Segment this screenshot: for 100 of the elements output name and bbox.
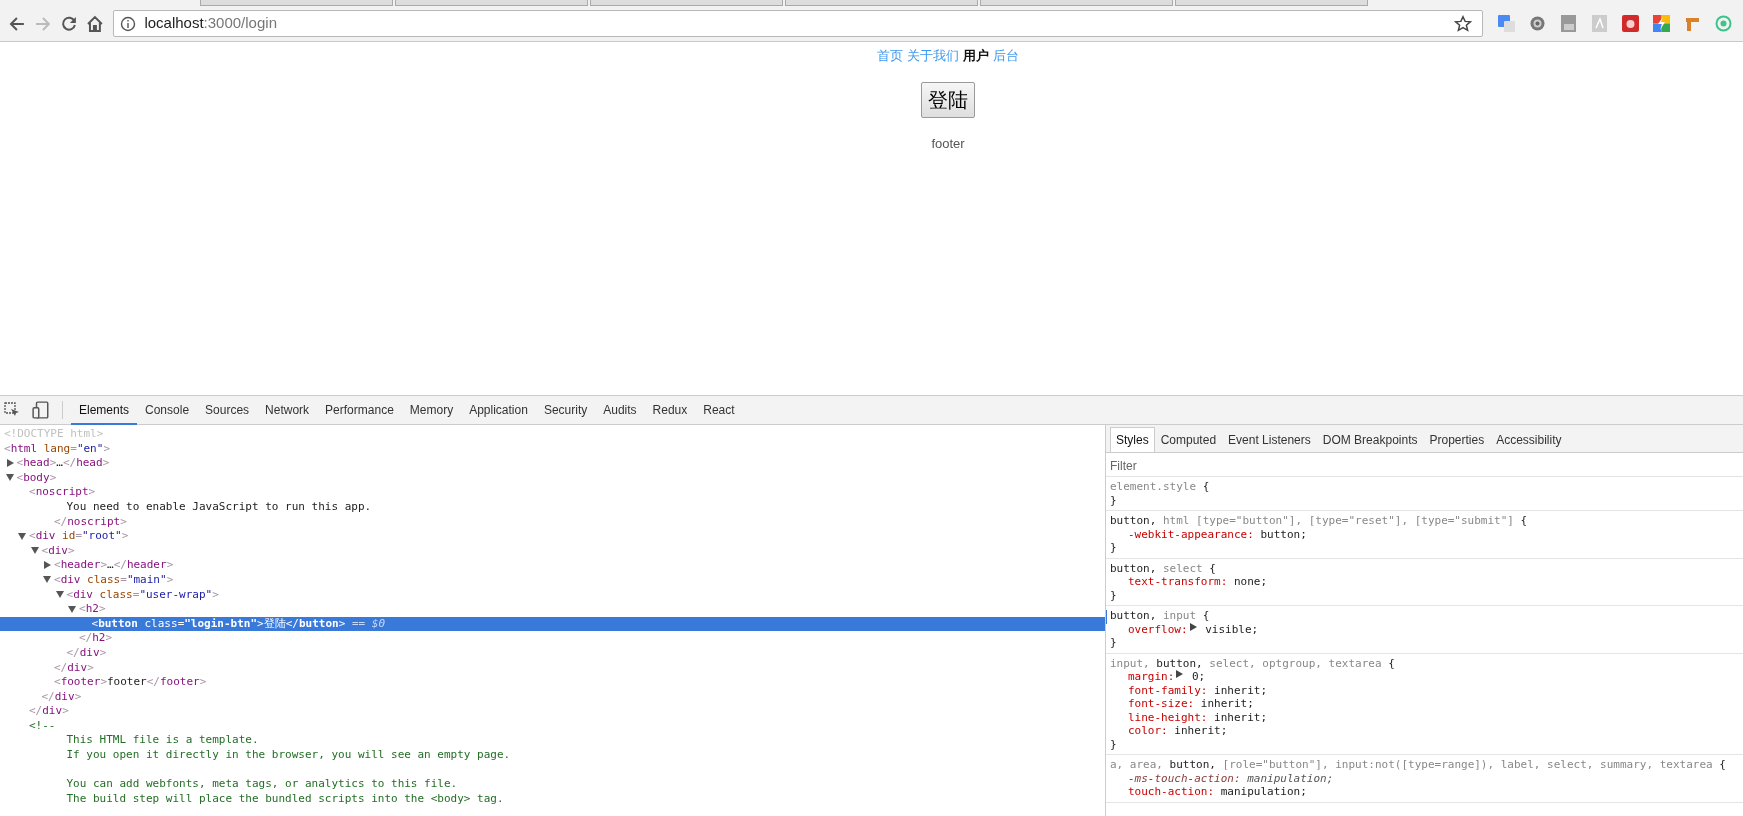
devtools-tab[interactable]: Console bbox=[137, 395, 198, 425]
document-icon[interactable] bbox=[1559, 15, 1577, 32]
translate-icon[interactable] bbox=[1497, 15, 1515, 32]
css-selector[interactable]: { bbox=[1196, 609, 1210, 622]
css-selector[interactable]: html [type="button"], [type="reset"], [type="submit"] bbox=[1156, 514, 1514, 527]
styles-pane-tab[interactable]: Properties bbox=[1423, 427, 1491, 452]
code-line[interactable]: </div> bbox=[41, 689, 82, 703]
css-property-name[interactable]: -webkit-appearance: bbox=[1128, 527, 1254, 541]
code-line[interactable]: </noscript> bbox=[54, 514, 127, 528]
home-icon[interactable] bbox=[85, 14, 104, 33]
nav-link[interactable]: 用户 bbox=[963, 48, 989, 63]
code-line[interactable]: This HTML file is a template. bbox=[66, 733, 259, 747]
css-property-name[interactable]: touch-action: bbox=[1128, 785, 1215, 799]
code-line[interactable]: If you open it directly in the browser, you will see an empty page. bbox=[66, 748, 511, 762]
css-selector[interactable]: button, bbox=[1110, 561, 1157, 575]
devtools-tab[interactable]: Application bbox=[461, 395, 536, 425]
devtools-tab[interactable]: Security bbox=[535, 395, 596, 425]
code-line[interactable]: The build step will place the bundled scripts into the <body> tag. bbox=[66, 791, 504, 805]
css-property-name[interactable]: margin: bbox=[1128, 670, 1175, 684]
css-selector[interactable]: select, optgroup, textarea bbox=[1202, 656, 1382, 670]
bug-icon[interactable] bbox=[1621, 15, 1639, 32]
css-selector[interactable]: button, bbox=[1110, 609, 1157, 622]
devtools-tab[interactable]: Audits bbox=[595, 395, 645, 425]
devtools-tab[interactable]: Memory bbox=[401, 395, 462, 425]
expand-toggle-icon[interactable] bbox=[5, 474, 14, 482]
reload-icon[interactable] bbox=[59, 14, 78, 33]
css-property-value[interactable]: 0; bbox=[1185, 670, 1206, 684]
css-property-value[interactable]: button; bbox=[1253, 527, 1307, 541]
code-line[interactable]: <button class="login-btn">登陆</button> == $0 bbox=[91, 616, 386, 630]
css-property-value[interactable]: manipulation; bbox=[1214, 785, 1307, 799]
css-selector[interactable]: input bbox=[1156, 609, 1197, 622]
code-line[interactable]: <body> bbox=[16, 470, 57, 484]
css-selector[interactable]: button, bbox=[1169, 758, 1216, 771]
css-property-value[interactable]: none; bbox=[1227, 575, 1268, 589]
css-property-value[interactable]: inherit; bbox=[1207, 710, 1268, 724]
css-selector[interactable]: { bbox=[1202, 561, 1216, 575]
expand-toggle-icon[interactable] bbox=[55, 591, 64, 599]
device-icon[interactable] bbox=[32, 401, 50, 419]
css-selector[interactable]: button, bbox=[1156, 656, 1203, 670]
login-button[interactable]: 登陆 bbox=[921, 81, 975, 118]
code-line[interactable]: <div class="user-wrap"> bbox=[66, 587, 219, 601]
expand-toggle-icon[interactable] bbox=[18, 532, 26, 540]
filter-field[interactable]: Filter bbox=[1106, 455, 1743, 477]
code-line[interactable]: <div class="main"> bbox=[54, 572, 174, 586]
devtools-tab[interactable]: Performance bbox=[317, 395, 402, 425]
devtools-tab[interactable]: Network bbox=[257, 395, 318, 425]
css-property-name[interactable]: overflow: bbox=[1128, 622, 1188, 636]
css-property-value[interactable]: inherit; bbox=[1167, 724, 1228, 738]
styles-pane-tab[interactable]: Event Listeners bbox=[1222, 427, 1317, 452]
css-selector[interactable]: input, bbox=[1110, 656, 1157, 670]
code-line[interactable]: </div> bbox=[54, 660, 94, 674]
css-selector[interactable]: [role="button"], input:not([type=range]), label, select, summary, textarea bbox=[1215, 758, 1713, 771]
css-property-value[interactable]: manipulation; bbox=[1240, 771, 1334, 785]
expand-toggle-icon[interactable] bbox=[44, 561, 51, 570]
code-line[interactable]: <head>…</head> bbox=[16, 456, 110, 470]
code-line[interactable]: <footer>footer</footer> bbox=[54, 675, 207, 689]
gear-icon[interactable] bbox=[1528, 15, 1546, 32]
pipe-icon[interactable] bbox=[1683, 15, 1701, 32]
code-line[interactable]: </div> bbox=[29, 704, 69, 718]
expand-arrow-icon[interactable] bbox=[1189, 622, 1197, 631]
code-line[interactable]: <!-- bbox=[29, 718, 56, 732]
code-line[interactable]: </h2> bbox=[79, 631, 113, 645]
css-property-value[interactable]: inherit; bbox=[1207, 683, 1268, 697]
css-selector[interactable]: element.style bbox=[1110, 480, 1197, 493]
css-property-value[interactable]: visible; bbox=[1198, 622, 1259, 636]
expand-toggle-icon[interactable] bbox=[6, 459, 14, 468]
css-property-name[interactable]: font-size: bbox=[1128, 697, 1195, 711]
css-selector[interactable]: button, bbox=[1110, 514, 1157, 527]
expand-toggle-icon[interactable] bbox=[30, 547, 39, 555]
css-property-name[interactable]: text-transform: bbox=[1128, 575, 1228, 589]
css-selector[interactable]: { bbox=[1514, 514, 1528, 527]
star-icon[interactable] bbox=[1453, 14, 1472, 33]
css-selector[interactable]: { bbox=[1712, 758, 1726, 771]
expand-toggle-icon[interactable] bbox=[43, 576, 51, 584]
code-line[interactable]: <div id="root"> bbox=[29, 529, 129, 543]
inspect-icon[interactable] bbox=[4, 402, 20, 418]
css-property-name[interactable]: -ms-touch-action: bbox=[1128, 771, 1241, 785]
code-line[interactable]: <noscript> bbox=[29, 485, 96, 499]
css-selector[interactable]: { bbox=[1196, 480, 1210, 493]
devtools-tab[interactable]: Elements bbox=[71, 395, 138, 425]
css-selector[interactable]: select bbox=[1156, 561, 1203, 575]
code-line[interactable]: </div> bbox=[66, 645, 107, 659]
code-line[interactable]: <h2> bbox=[79, 602, 106, 616]
css-property-name[interactable]: color: bbox=[1128, 724, 1168, 738]
lightning-icon[interactable] bbox=[1652, 15, 1670, 32]
expand-arrow-icon[interactable] bbox=[1176, 670, 1184, 678]
css-property-name[interactable]: line-height: bbox=[1128, 710, 1208, 724]
styles-pane-tab[interactable]: Accessibility bbox=[1490, 427, 1568, 452]
code-line[interactable]: You can add webfonts, meta tags, or analytics to this file. bbox=[66, 777, 458, 791]
address-bar[interactable]: localhost:3000/login bbox=[113, 10, 1483, 37]
devtools-tab[interactable]: React bbox=[695, 395, 743, 425]
css-selector[interactable]: a, area, bbox=[1110, 758, 1170, 771]
devtools-tab[interactable]: Sources bbox=[197, 395, 258, 425]
styles-pane-tab[interactable]: Styles bbox=[1110, 427, 1155, 452]
code-line[interactable]: <div> bbox=[41, 543, 75, 557]
code-line[interactable]: <html lang="en"> bbox=[4, 441, 110, 455]
styles-pane-tab[interactable]: Computed bbox=[1154, 427, 1223, 452]
css-property-name[interactable]: font-family: bbox=[1128, 683, 1208, 697]
code-line[interactable]: You need to enable JavaScript to run this app. bbox=[66, 499, 372, 513]
styles-pane-tab[interactable]: DOM Breakpoints bbox=[1316, 427, 1424, 452]
